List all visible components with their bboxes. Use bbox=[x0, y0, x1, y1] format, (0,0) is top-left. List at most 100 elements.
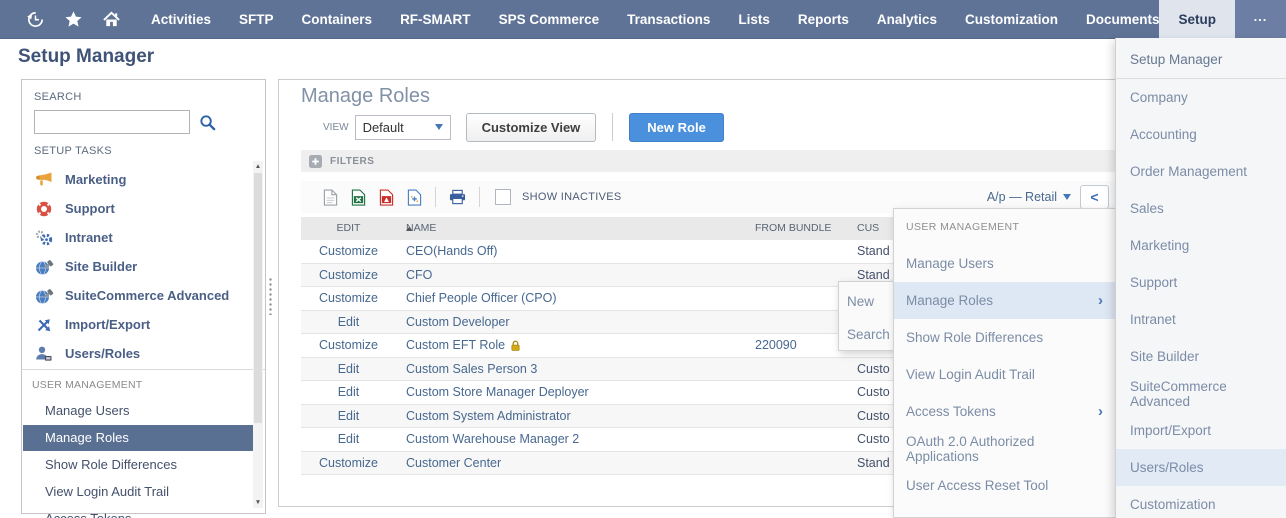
star-icon[interactable] bbox=[64, 10, 83, 29]
role-name-link[interactable]: Custom Store Manager Deployer bbox=[406, 381, 589, 404]
view-label: VIEW bbox=[323, 122, 349, 133]
new-role-button[interactable]: New Role bbox=[629, 113, 724, 142]
menu-item-suitecommerce-advanced[interactable]: SuiteCommerce Advanced bbox=[1116, 375, 1286, 412]
menu-item-show-role-differences[interactable]: Show Role Differences bbox=[894, 319, 1115, 356]
role-name-link[interactable]: Customer Center bbox=[406, 452, 501, 475]
edit-link[interactable]: Edit bbox=[301, 358, 396, 381]
role-name-link[interactable]: CEO(Hands Off) bbox=[406, 240, 497, 263]
nav-overflow-button[interactable]: ... bbox=[1235, 0, 1286, 38]
menu-item-support[interactable]: Support bbox=[1116, 264, 1286, 301]
bundle-id-link[interactable]: 220090 bbox=[755, 334, 797, 357]
history-icon[interactable] bbox=[26, 10, 45, 29]
nav-tab-customization[interactable]: Customization bbox=[965, 12, 1058, 27]
scroll-up-icon[interactable]: ▲ bbox=[253, 163, 263, 170]
nav-tab-reports[interactable]: Reports bbox=[798, 12, 849, 27]
menu-item-order-management[interactable]: Order Management bbox=[1116, 153, 1286, 190]
menu-item-users-roles[interactable]: Users/Roles bbox=[1116, 449, 1286, 486]
sidebar-item-import-export[interactable]: Import/Export bbox=[22, 310, 265, 339]
toolbar-divider bbox=[435, 187, 436, 207]
sidebar-item-show-role-differences[interactable]: Show Role Differences bbox=[23, 452, 253, 478]
menu-item-manage-roles[interactable]: Manage Roles› bbox=[894, 282, 1115, 319]
edit-link[interactable]: Edit bbox=[301, 428, 396, 451]
menu-item-manage-users[interactable]: Manage Users bbox=[894, 245, 1115, 282]
nav-tab-transactions[interactable]: Transactions bbox=[627, 12, 710, 27]
expand-filters-icon[interactable] bbox=[309, 155, 322, 168]
role-name-link[interactable]: Custom Warehouse Manager 2 bbox=[406, 428, 579, 451]
sidebar-item-manage-roles[interactable]: Manage Roles bbox=[23, 425, 253, 451]
show-inactives-checkbox[interactable] bbox=[495, 189, 511, 205]
menu-item-site-builder[interactable]: Site Builder bbox=[1116, 338, 1286, 375]
menu-item-view-login-audit-trail[interactable]: View Login Audit Trail bbox=[894, 356, 1115, 393]
menu-item-import-export[interactable]: Import/Export bbox=[1116, 412, 1286, 449]
customize-link[interactable]: Customize bbox=[301, 452, 396, 475]
customize-link[interactable]: Customize bbox=[301, 334, 396, 357]
role-name-link[interactable]: Custom Developer bbox=[406, 311, 510, 334]
menu-item-marketing[interactable]: Marketing bbox=[1116, 227, 1286, 264]
sidebar-item-site-builder[interactable]: Site Builder bbox=[22, 252, 265, 281]
tab-setup[interactable]: Setup bbox=[1159, 0, 1235, 38]
nav-tab-documents[interactable]: Documents bbox=[1086, 12, 1160, 27]
role-name-link[interactable]: Custom Sales Person 3 bbox=[406, 358, 537, 381]
edit-link[interactable]: Edit bbox=[301, 311, 396, 334]
sidebar-item-access-tokens[interactable]: Access Tokens bbox=[23, 506, 253, 518]
sidebar-item-intranet[interactable]: Intranet bbox=[22, 223, 265, 252]
role-name-link[interactable]: Custom System Administrator bbox=[406, 405, 571, 428]
segment-filter-dropdown[interactable]: A/p — Retail bbox=[987, 190, 1071, 204]
view-select[interactable]: Default bbox=[355, 115, 451, 140]
menu-item-customization[interactable]: Customization bbox=[1116, 486, 1286, 518]
search-icon[interactable] bbox=[199, 114, 216, 131]
nav-tab-lists[interactable]: Lists bbox=[738, 12, 770, 27]
scrollbar-thumb[interactable] bbox=[254, 173, 262, 423]
customize-link[interactable]: Customize bbox=[301, 264, 396, 287]
collapse-panel-button[interactable]: < bbox=[1080, 185, 1109, 209]
customize-link[interactable]: Customize bbox=[301, 240, 396, 263]
nav-tab-containers[interactable]: Containers bbox=[302, 12, 373, 27]
sidebar-item-view-login-audit-trail[interactable]: View Login Audit Trail bbox=[23, 479, 253, 505]
home-icon[interactable] bbox=[102, 10, 121, 29]
nav-tab-activities[interactable]: Activities bbox=[151, 12, 211, 27]
pdf-file-icon[interactable] bbox=[379, 189, 394, 206]
csv-file-icon[interactable] bbox=[323, 189, 338, 206]
menu-item-oauth-2-0-authorized-applications[interactable]: OAuth 2.0 Authorized Applications bbox=[894, 430, 1115, 467]
menu-item-access-tokens[interactable]: Access Tokens› bbox=[894, 393, 1115, 430]
role-name-link[interactable]: Custom EFT Role bbox=[406, 334, 505, 357]
custom-flag-cell: Stand bbox=[857, 452, 890, 475]
sidebar-splitter[interactable] bbox=[268, 277, 273, 315]
menu-item-company[interactable]: Company bbox=[1116, 79, 1286, 116]
menu-item-intranet[interactable]: Intranet bbox=[1116, 301, 1286, 338]
edit-link[interactable]: Edit bbox=[301, 381, 396, 404]
column-header-edit[interactable]: EDIT bbox=[301, 217, 396, 240]
menu-item-sales[interactable]: Sales bbox=[1116, 190, 1286, 227]
sidebar-item-manage-users[interactable]: Manage Users bbox=[23, 398, 253, 424]
customize-view-button[interactable]: Customize View bbox=[466, 113, 597, 142]
page-title: Setup Manager bbox=[18, 46, 154, 68]
filters-label: FILTERS bbox=[330, 156, 374, 167]
nav-tab-analytics[interactable]: Analytics bbox=[877, 12, 937, 27]
nav-tab-rf-smart[interactable]: RF-SMART bbox=[400, 12, 471, 27]
search-input[interactable] bbox=[34, 110, 190, 134]
sidebar-scrollbar[interactable]: ▲ ▼ bbox=[253, 161, 263, 508]
sidebar-item-users-roles[interactable]: Users/Roles bbox=[22, 339, 265, 368]
scroll-down-icon[interactable]: ▼ bbox=[253, 499, 263, 506]
print-icon[interactable] bbox=[449, 189, 466, 205]
word-file-icon[interactable] bbox=[407, 189, 422, 206]
excel-file-icon[interactable] bbox=[351, 189, 366, 206]
column-header-from-bundle[interactable]: FROM BUNDLE bbox=[755, 217, 831, 240]
role-name-link[interactable]: CFO bbox=[406, 264, 432, 287]
edit-link[interactable]: Edit bbox=[301, 405, 396, 428]
toolbar-divider bbox=[479, 187, 480, 207]
column-header-custom[interactable]: CUS bbox=[857, 217, 879, 240]
sidebar-item-suitecommerce-advanced[interactable]: SuiteCommerce Advanced bbox=[22, 281, 265, 310]
nav-tab-sps-commerce[interactable]: SPS Commerce bbox=[499, 12, 600, 27]
custom-flag-cell: Custo bbox=[857, 405, 890, 428]
menu-item-setup-manager[interactable]: Setup Manager bbox=[1116, 41, 1286, 79]
sidebar-item-marketing[interactable]: Marketing bbox=[22, 165, 265, 194]
submenu-item-new[interactable]: New bbox=[839, 285, 895, 318]
sidebar-item-support[interactable]: Support bbox=[22, 194, 265, 223]
role-name-link[interactable]: Chief People Officer (CPO) bbox=[406, 287, 557, 310]
submenu-item-search[interactable]: Search bbox=[839, 318, 895, 351]
menu-item-accounting[interactable]: Accounting bbox=[1116, 116, 1286, 153]
customize-link[interactable]: Customize bbox=[301, 287, 396, 310]
nav-tab-sftp[interactable]: SFTP bbox=[239, 12, 274, 27]
menu-item-user-access-reset-tool[interactable]: User Access Reset Tool bbox=[894, 467, 1115, 504]
